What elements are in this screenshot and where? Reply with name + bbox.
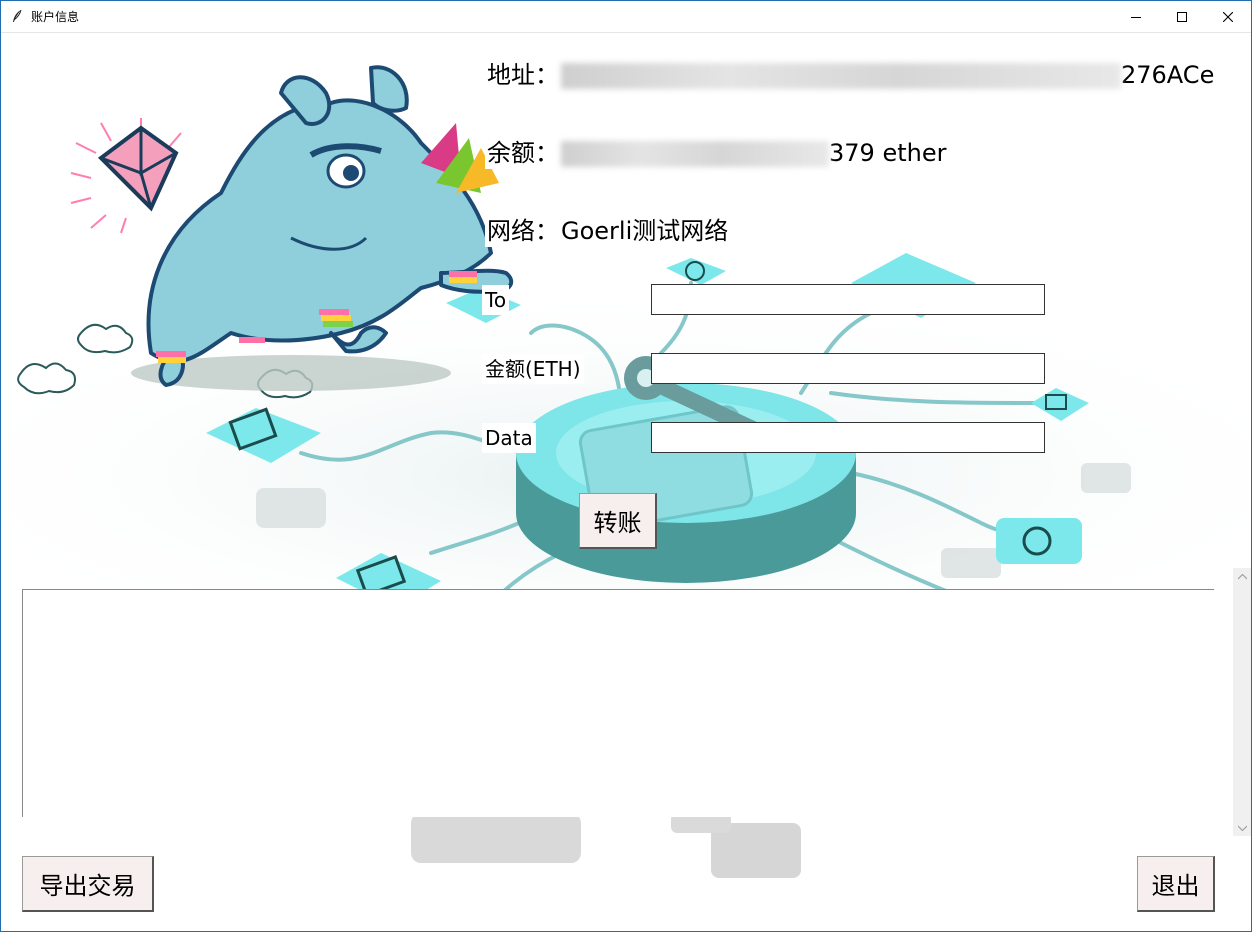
balance-redacted (561, 141, 829, 167)
export-transactions-button[interactable]: 导出交易 (22, 856, 154, 912)
scroll-up-icon[interactable] (1233, 568, 1251, 585)
balance-label: 余额： (485, 137, 561, 169)
close-button[interactable] (1205, 1, 1251, 32)
minimize-button[interactable] (1113, 1, 1159, 32)
minimize-icon (1131, 16, 1141, 18)
window-title: 账户信息 (31, 10, 80, 24)
feather-icon (13, 9, 22, 22)
amount-label: 金额(ETH) (482, 354, 584, 384)
maximize-icon (1177, 11, 1187, 22)
data-input[interactable] (651, 422, 1045, 453)
log-scrollbar[interactable] (1233, 568, 1251, 836)
transaction-log-textbox[interactable] (22, 589, 1214, 817)
scroll-down-icon[interactable] (1233, 819, 1251, 836)
maximize-button[interactable] (1159, 1, 1205, 32)
balance-suffix: 379 ether (829, 139, 947, 167)
transfer-button[interactable]: 转账 (579, 493, 657, 549)
exit-button[interactable]: 退出 (1137, 856, 1215, 912)
to-label: To (482, 285, 510, 315)
network-value: Goerli测试网络 (561, 217, 729, 245)
data-label: Data (482, 423, 536, 453)
to-input[interactable] (651, 284, 1045, 315)
title-bar[interactable]: 账户信息 (1, 1, 1251, 33)
close-icon (1223, 11, 1233, 22)
address-redacted (561, 63, 1121, 89)
amount-input[interactable] (651, 353, 1045, 384)
app-window: 账户信息 地址： 276ACe 余额： 379 ether 网络：Goerli测… (0, 0, 1252, 932)
address-suffix: 276ACe (1121, 61, 1215, 89)
network-label: 网络： (485, 215, 561, 247)
network-row: 网络：Goerli测试网络 (485, 211, 729, 247)
address-label: 地址： (485, 59, 561, 91)
balance-row: 余额： 379 ether (485, 133, 947, 169)
address-row: 地址： 276ACe (485, 55, 1215, 91)
content-area: 地址： 276ACe 余额： 379 ether 网络：Goerli测试网络 To … (1, 33, 1251, 931)
